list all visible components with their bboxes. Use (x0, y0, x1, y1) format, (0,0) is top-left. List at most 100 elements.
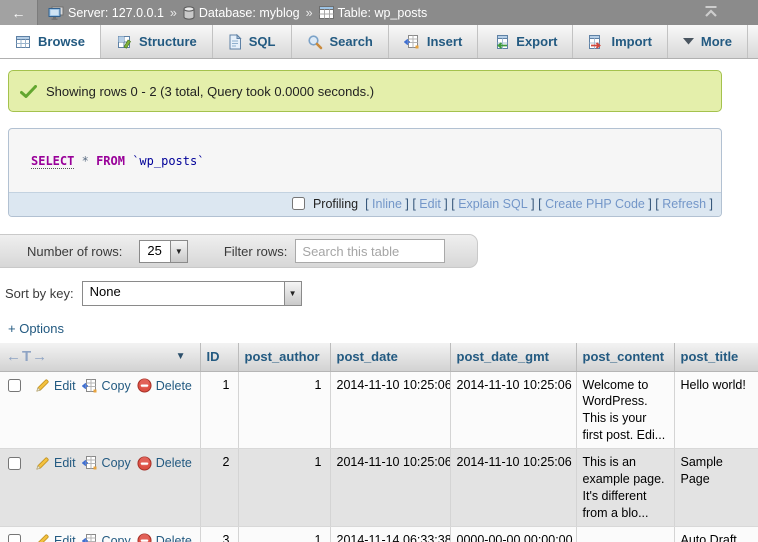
tab-bar: Browse Structure SQL Search Insert Expor… (0, 25, 758, 59)
profiling-checkbox[interactable] (292, 197, 305, 210)
cell-post-content: This is an example page. It's different … (576, 449, 674, 527)
breadcrumb-database[interactable]: Database: myblog (199, 6, 300, 20)
cell-post-date: 2014-11-14 06:33:38 (330, 526, 450, 542)
status-message-text: Showing rows 0 - 2 (3 total, Query took … (46, 84, 374, 99)
header-post-date[interactable]: post_date (330, 343, 450, 371)
results-controls-bar: Number of rows: 25 ▼ Filter rows: (0, 234, 478, 268)
cell-post-author: 1 (238, 371, 330, 449)
tab-more[interactable]: More (668, 25, 748, 58)
delete-icon (137, 533, 152, 542)
refresh-link[interactable]: Refresh (662, 197, 706, 211)
tab-search[interactable]: Search (292, 25, 389, 58)
collapse-panel-icon[interactable] (703, 6, 719, 20)
table-row: Edit Copy Delete 1 1 2014-11-10 10:25:06… (0, 371, 758, 449)
pencil-icon (35, 533, 50, 542)
cell-post-date-gmt: 0000-00-00 00:00:00 (450, 526, 576, 542)
cell-id: 2 (200, 449, 238, 527)
left-arrow-icon: ← (12, 5, 26, 21)
sort-by-key-label: Sort by key: (5, 286, 74, 301)
header-id[interactable]: ID (200, 343, 238, 371)
number-of-rows-label: Number of rows: (27, 244, 122, 259)
export-icon (493, 34, 509, 50)
query-toolbar: Profiling [ Inline ] [ Edit ] [ Explain … (9, 192, 721, 216)
cell-post-title: Hello world! (674, 371, 758, 449)
structure-icon (116, 34, 132, 50)
header-post-content[interactable]: post_content (576, 343, 674, 371)
browse-icon (15, 34, 31, 50)
options-toggle-link[interactable]: + Options (8, 321, 64, 336)
pencil-icon (35, 378, 50, 393)
cell-post-content (576, 526, 674, 542)
cell-post-date-gmt: 2014-11-10 10:25:06 (450, 449, 576, 527)
create-php-code-link[interactable]: Create PHP Code (545, 197, 645, 211)
transpose-control[interactable]: ←T→ (6, 348, 48, 365)
copy-row-link[interactable]: Copy (82, 378, 131, 395)
inline-link[interactable]: Inline (372, 197, 402, 211)
row-checkbox[interactable] (8, 379, 21, 392)
import-icon (588, 34, 604, 50)
cell-post-content: Welcome to WordPress. This is your first… (576, 371, 674, 449)
sort-by-key-select[interactable]: None ▼ (82, 281, 302, 306)
header-post-author[interactable]: post_author (238, 343, 330, 371)
sql-query-text: SELECT * FROM `wp_posts` (9, 129, 721, 192)
header-post-date-gmt[interactable]: post_date_gmt (450, 343, 576, 371)
tab-sql[interactable]: SQL (213, 25, 292, 58)
breadcrumb-table[interactable]: Table: wp_posts (338, 6, 428, 20)
filter-rows-input[interactable] (295, 239, 445, 263)
server-icon (48, 6, 64, 20)
delete-row-link[interactable]: Delete (137, 455, 192, 472)
tab-export[interactable]: Export (478, 25, 573, 58)
cell-post-author: 1 (238, 449, 330, 527)
tab-browse[interactable]: Browse (0, 25, 101, 58)
sql-query-box: SELECT * FROM `wp_posts` Profiling [ Inl… (8, 128, 722, 217)
cell-post-date-gmt: 2014-11-10 10:25:06 (450, 371, 576, 449)
header-post-title[interactable]: post_title (674, 343, 758, 371)
copy-row-link[interactable]: Copy (82, 455, 131, 472)
tab-import[interactable]: Import (573, 25, 667, 58)
breadcrumb-bar: ← Server: 127.0.0.1 » Database: myblog »… (0, 0, 758, 25)
tab-structure[interactable]: Structure (101, 25, 213, 58)
delete-row-link[interactable]: Delete (137, 533, 192, 542)
number-of-rows-select[interactable]: 25 ▼ (139, 240, 187, 263)
dropdown-arrow-icon: ▼ (284, 282, 301, 305)
copy-icon (82, 455, 98, 471)
breadcrumb-separator: » (306, 6, 313, 20)
profiling-label: Profiling (313, 197, 358, 211)
edit-row-link[interactable]: Edit (35, 378, 76, 395)
breadcrumb-server[interactable]: Server: 127.0.0.1 (68, 6, 164, 20)
table-header-row: ←T→ ▼ ID post_author post_date post_date… (0, 343, 758, 371)
explain-sql-link[interactable]: Explain SQL (458, 197, 527, 211)
table-row: Edit Copy Delete 3 1 2014-11-14 06:33:38… (0, 526, 758, 542)
sql-icon (228, 34, 242, 50)
filter-rows-label: Filter rows: (224, 244, 288, 259)
search-icon (307, 34, 323, 50)
delete-icon (137, 378, 152, 393)
database-icon (183, 6, 195, 20)
edit-row-link[interactable]: Edit (35, 455, 76, 472)
cell-post-title: Sample Page (674, 449, 758, 527)
edit-row-link[interactable]: Edit (35, 533, 76, 542)
sql-keyword-select[interactable]: SELECT (31, 154, 74, 169)
copy-row-link[interactable]: Copy (82, 533, 131, 542)
row-checkbox[interactable] (8, 457, 21, 470)
cell-post-title: Auto Draft (674, 526, 758, 542)
delete-icon (137, 456, 152, 471)
cell-post-author: 1 (238, 526, 330, 542)
header-dropdown-icon[interactable]: ▼ (176, 351, 186, 362)
status-message: Showing rows 0 - 2 (3 total, Query took … (8, 70, 722, 112)
sort-row: Sort by key: None ▼ (5, 281, 758, 306)
copy-icon (82, 378, 98, 394)
row-checkbox[interactable] (8, 534, 21, 542)
pencil-icon (35, 456, 50, 471)
cell-post-date: 2014-11-10 10:25:06 (330, 449, 450, 527)
edit-query-link[interactable]: Edit (419, 197, 441, 211)
cell-post-date: 2014-11-10 10:25:06 (330, 371, 450, 449)
tab-insert[interactable]: Insert (389, 25, 478, 58)
copy-icon (82, 533, 98, 542)
table-row: Edit Copy Delete 2 1 2014-11-10 10:25:06… (0, 449, 758, 527)
header-actions[interactable]: ←T→ ▼ (0, 343, 200, 371)
insert-icon (404, 34, 420, 50)
dropdown-arrow-icon: ▼ (170, 241, 187, 262)
delete-row-link[interactable]: Delete (137, 378, 192, 395)
nav-panel-toggle[interactable]: ← (0, 0, 38, 25)
